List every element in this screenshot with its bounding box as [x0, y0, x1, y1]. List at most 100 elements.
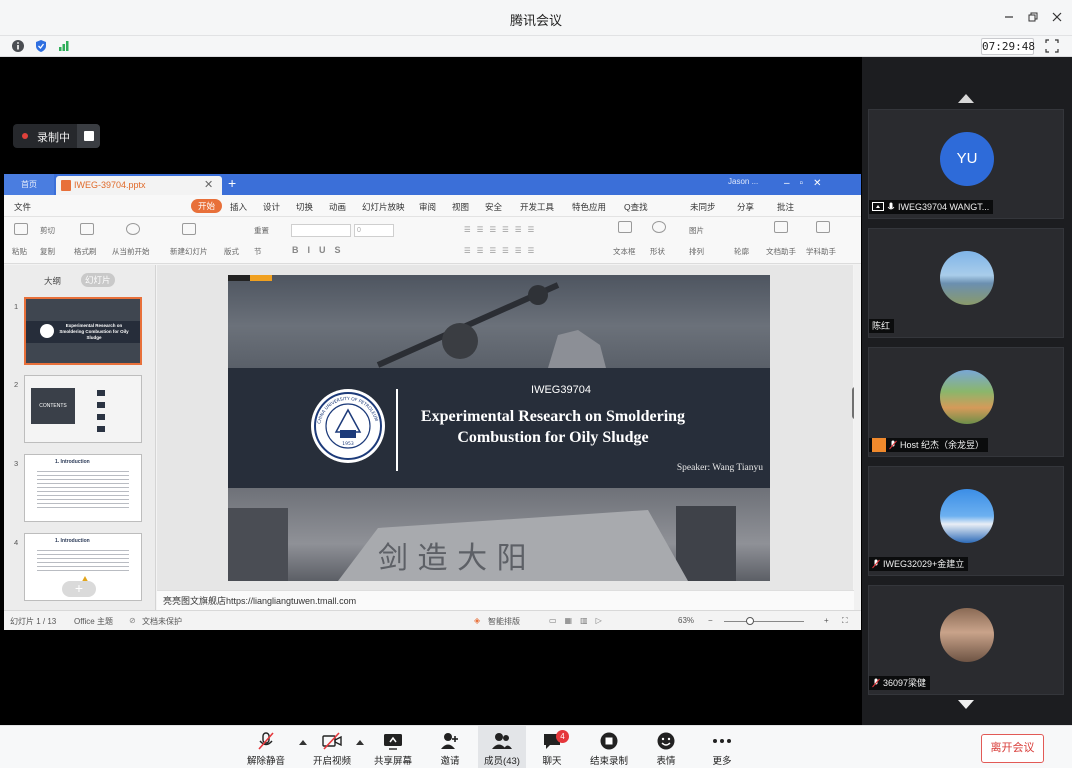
format-painter-icon[interactable] [80, 223, 94, 235]
scroll-down-icon[interactable] [958, 700, 974, 709]
wps-window-controls-icon[interactable]: –▫✕ [784, 178, 832, 189]
share-screen-button[interactable]: 共享屏幕 [369, 726, 417, 768]
menu-animation[interactable]: 动画 [329, 201, 346, 213]
paste-icon[interactable] [14, 223, 28, 235]
slide-notes[interactable]: 亮亮图文旗舰店https://liangliangtuwen.tmall.com [157, 590, 854, 610]
ribbon-layout[interactable]: 版式 [224, 246, 239, 257]
slide-thumbnail-2[interactable]: CONTENTS [24, 375, 142, 443]
wps-document-tab[interactable]: IWEG-39704.pptx ✕ [56, 176, 222, 195]
menu-review[interactable]: 审阅 [419, 201, 436, 213]
participant-tile[interactable]: YU IWEG39704 WANGT... [868, 109, 1064, 219]
shape-icon[interactable] [652, 221, 666, 233]
video-options-chevron-icon[interactable] [356, 740, 364, 745]
security-shield-icon[interactable] [34, 39, 48, 53]
text-format-buttons[interactable]: BIUS [292, 245, 350, 255]
chat-unread-badge: 4 [556, 730, 569, 743]
outline-tab[interactable]: 大纲 [44, 275, 61, 287]
ribbon-picture[interactable]: 图片 [689, 225, 704, 236]
share-screen-icon [384, 734, 402, 750]
participant-tile[interactable]: 陈红 [868, 228, 1064, 338]
slide-thumbnail-1[interactable]: Experimental Research on Smoldering Comb… [24, 297, 142, 365]
members-button[interactable]: 成员(43) [478, 726, 526, 768]
menu-security[interactable]: 安全 [485, 201, 502, 213]
participant-name: Host 纪杰（余龙昱） [900, 440, 985, 450]
ribbon-subject-assistant[interactable]: 学科助手 [806, 246, 836, 257]
menu-share[interactable]: 分享 [737, 201, 754, 213]
close-tab-icon[interactable]: ✕ [204, 178, 213, 191]
ribbon-format-painter[interactable]: 格式刷 [74, 246, 97, 257]
ribbon-section[interactable]: 节 [254, 246, 262, 257]
menu-view[interactable]: 视图 [452, 201, 469, 213]
close-icon[interactable] [1048, 8, 1066, 26]
unmute-button[interactable]: 解除静音 [242, 726, 290, 768]
new-slide-icon[interactable] [182, 223, 196, 235]
audio-options-chevron-icon[interactable] [299, 740, 307, 745]
leave-meeting-button[interactable]: 离开会议 [981, 734, 1044, 763]
smart-layout-button[interactable]: 智能排版 [488, 616, 520, 627]
participant-tile[interactable]: Host 纪杰（余龙昱） [868, 347, 1064, 457]
align-buttons[interactable]: ☰☰☰☰☰☰ [464, 246, 540, 255]
info-icon[interactable] [11, 39, 25, 53]
meeting-info-bar: 07:29:48 [0, 36, 1072, 57]
menu-file[interactable]: 文件 [14, 201, 31, 213]
paragraph-format-buttons[interactable]: ☰☰☰☰☰☰ [464, 225, 540, 234]
ribbon-outline[interactable]: 轮廓 [734, 246, 749, 257]
ribbon-play-current[interactable]: 从当前开始 [112, 246, 150, 257]
menu-insert[interactable]: 插入 [230, 201, 247, 213]
menu-features[interactable]: 特色应用 [572, 201, 606, 213]
minimize-icon[interactable] [1000, 8, 1018, 26]
participant-tile[interactable]: 36097梁健 [868, 585, 1064, 695]
reactions-button[interactable]: 表情 [642, 726, 690, 768]
font-family-select[interactable] [291, 224, 351, 237]
zoom-in-icon[interactable]: + [824, 616, 829, 625]
scroll-up-icon[interactable] [958, 94, 974, 103]
slide-thumbnail-3[interactable]: 1. Introduction [24, 454, 142, 522]
menu-comment[interactable]: 批注 [777, 201, 794, 213]
menu-developer[interactable]: 开发工具 [520, 201, 554, 213]
stop-recording-button[interactable] [77, 124, 100, 148]
ribbon-shape[interactable]: 形状 [650, 246, 665, 257]
zoom-slider[interactable] [724, 621, 804, 622]
participant-tile[interactable]: IWEG32029+金建立 [868, 466, 1064, 576]
start-video-button[interactable]: 开启视频 [308, 726, 356, 768]
smart-layout-icon[interactable]: ◈ [474, 616, 480, 625]
fullscreen-icon[interactable] [1045, 39, 1059, 53]
font-size-select[interactable]: 0 [354, 224, 394, 237]
host-badge-icon [872, 438, 886, 452]
canvas-scrollbar[interactable] [854, 265, 861, 610]
fit-window-icon[interactable]: ⛶ [842, 616, 848, 626]
restore-icon[interactable] [1024, 8, 1042, 26]
ribbon-reset[interactable]: 重置 [254, 225, 269, 236]
add-slide-button[interactable]: + [62, 581, 96, 597]
wps-home-tab[interactable]: 首页 [4, 174, 54, 195]
ribbon-cut[interactable]: 剪切 [40, 225, 55, 236]
slides-tab[interactable]: 幻灯片 [81, 273, 115, 287]
participant-name-bar: Host 纪杰（余龙昱） [869, 438, 989, 452]
menu-find[interactable]: Q查找 [624, 201, 648, 213]
ribbon-paste[interactable]: 粘贴 [12, 246, 27, 257]
ribbon-text-box[interactable]: 文本框 [613, 246, 636, 257]
menu-sync[interactable]: 未同步 [690, 201, 716, 213]
text-box-icon[interactable] [618, 221, 632, 233]
more-button[interactable]: 更多 [698, 726, 746, 768]
end-recording-button[interactable]: 结束录制 [585, 726, 633, 768]
menu-design[interactable]: 设计 [263, 201, 280, 213]
ribbon-copy[interactable]: 复制 [40, 246, 55, 257]
zoom-out-icon[interactable]: − [708, 616, 713, 625]
new-tab-icon[interactable]: + [228, 175, 236, 191]
subject-assistant-icon[interactable] [816, 221, 830, 233]
ribbon-new-slide[interactable]: 新建幻灯片 [170, 246, 208, 257]
ribbon-doc-assistant[interactable]: 文档助手 [766, 246, 796, 257]
ribbon-arrange[interactable]: 排列 [689, 246, 704, 257]
menu-slideshow[interactable]: 幻灯片放映 [362, 201, 405, 213]
menu-transition[interactable]: 切换 [296, 201, 313, 213]
view-mode-icons[interactable]: ▭▦▥▷ [549, 616, 610, 625]
menu-home[interactable]: 开始 [191, 199, 223, 213]
invite-button[interactable]: 邀请 [426, 726, 474, 768]
chat-button[interactable]: 4 聊天 [528, 726, 576, 768]
zoom-slider-handle[interactable] [746, 617, 754, 625]
doc-assistant-icon[interactable] [774, 221, 788, 233]
play-from-current-icon[interactable] [126, 223, 140, 235]
network-signal-icon[interactable] [57, 39, 71, 53]
wps-presentation-window: 首页 IWEG-39704.pptx ✕ + Jason ... –▫✕ 文件 … [4, 174, 861, 630]
